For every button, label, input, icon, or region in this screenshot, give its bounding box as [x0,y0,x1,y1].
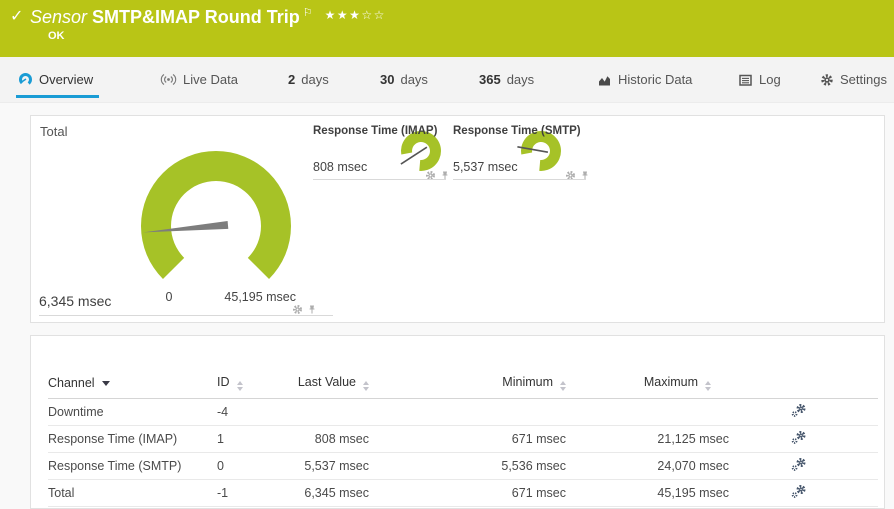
column-header-minimum[interactable]: Minimum [369,369,566,399]
gauge-settings-gear-icon[interactable] [425,168,436,186]
channel-last-value [296,398,369,426]
tab-number: 365 [479,72,501,87]
tab-30-days[interactable]: 30 days [380,57,428,102]
column-header-id[interactable]: ID [217,369,296,399]
column-header-last-value[interactable]: Last Value [296,369,369,399]
gauge-pin-icon[interactable] [307,302,317,320]
channel-minimum: 5,536 msec [369,452,566,480]
total-gauge-arc [141,150,291,280]
total-gauge-min: 0 [165,290,173,304]
gauge-settings-gear-icon[interactable] [292,302,303,320]
log-list-icon [738,73,753,87]
channel-settings-gears-icon[interactable] [791,457,807,475]
ok-check-icon: ✓ [10,8,24,25]
tab-live-data[interactable]: Live Data [160,57,238,102]
table-row: Total -1 6,345 msec 671 msec 45,195 msec [48,479,878,507]
channel-settings-gears-icon[interactable] [791,430,807,448]
channel-last-value: 6,345 msec [296,479,369,507]
tab-365-days[interactable]: 365 days [479,57,534,102]
tab-label: Live Data [183,72,238,87]
total-gauge-max: 45,195 msec [224,290,296,304]
tab-label: days [506,72,535,87]
area-chart-icon [597,73,612,87]
channel-settings-gears-icon[interactable] [791,484,807,502]
tab-log[interactable]: Log [738,57,781,102]
tab-label: days [301,72,329,87]
imap-gauge-value: 808 msec [313,160,368,174]
tab-2-days[interactable]: 2 days [288,57,329,102]
channel-settings-gears-icon[interactable] [791,403,807,421]
gauge-pin-icon[interactable] [440,168,450,186]
channel-maximum: 21,125 msec [566,425,729,453]
gauges-panel: Total 6,345 msec 0 45,195 msec Response … [30,115,885,323]
channel-id: -4 [217,398,296,426]
column-header-channel[interactable]: Channel [48,369,217,399]
total-gauge-title: Total [40,124,68,139]
smtp-gauge-value: 5,537 msec [453,160,518,174]
sort-desc-icon [101,381,110,387]
tab-label: Log [759,72,781,87]
column-label: Maximum [643,375,698,390]
table-row: Downtime -4 [48,398,878,426]
channel-minimum [369,398,566,426]
tab-settings[interactable]: Settings [820,57,887,102]
sort-both-icon [705,381,711,392]
table-row: Response Time (IMAP) 1 808 msec 671 msec… [48,425,878,453]
channel-name: Total [48,479,217,507]
gear-icon [820,73,834,87]
column-label: ID [217,375,230,390]
table-header-row: Channel ID Last Value Minimum Maximum [48,369,878,399]
sort-both-icon [363,381,369,392]
tab-number: 2 [288,72,296,87]
tab-label: Overview [39,72,94,87]
total-gauge-value: 6,345 msec [39,293,112,309]
channels-table: Channel ID Last Value Minimum Maximum Do… [48,369,878,507]
channel-maximum [566,398,729,426]
channel-last-value: 5,537 msec [296,452,369,480]
imap-gauge-title: Response Time (IMAP) [313,125,438,137]
tab-label: Settings [840,72,887,87]
tab-historic-data[interactable]: Historic Data [597,57,692,102]
priority-stars[interactable]: ★★★☆☆ [325,8,386,22]
tab-bar: Overview Live Data 2 days 30 days 365 da… [0,57,894,103]
total-gauge-needle [143,221,229,233]
channel-maximum: 45,195 msec [566,479,729,507]
channel-name: Response Time (SMTP) [48,452,217,480]
gauge-icon [18,72,33,87]
tab-number: 30 [380,72,395,87]
table-row: Response Time (SMTP) 0 5,537 msec 5,536 … [48,452,878,480]
status-badge: OK [48,30,65,42]
channel-minimum: 671 msec [369,479,566,507]
tab-overview[interactable]: Overview [15,57,100,102]
live-data-icon [160,72,177,87]
sensor-status-header: ✓ Sensor SMTP&IMAP Round Trip ⚐ ★★★☆☆ OK [0,0,894,57]
channel-name: Response Time (IMAP) [48,425,217,453]
column-label: Last Value [297,375,356,390]
channel-minimum: 671 msec [369,425,566,453]
channels-panel: Channel ID Last Value Minimum Maximum Do… [30,335,885,509]
tab-label: days [400,72,428,87]
sort-both-icon [236,381,243,392]
sort-both-icon [560,381,566,392]
smtp-gauge-title: Response Time (SMTP) [453,125,581,137]
flag-icon[interactable]: ⚐ [303,7,313,19]
sensor-name: SMTP&IMAP Round Trip [92,7,300,27]
object-kind-label: Sensor [30,7,88,27]
smtp-gauge-needle [517,146,549,153]
channel-last-value: 808 msec [296,425,369,453]
channel-maximum: 24,070 msec [566,452,729,480]
tab-label: Historic Data [618,72,693,87]
channel-id: 1 [217,425,296,453]
channel-id: -1 [217,479,296,507]
gauge-pin-icon[interactable] [580,168,590,186]
page-title: Sensor SMTP&IMAP Round Trip ⚐ ★★★☆☆ [30,6,386,28]
channel-name: Downtime [48,398,217,426]
column-header-maximum[interactable]: Maximum [566,369,729,399]
gauge-settings-gear-icon[interactable] [565,168,576,186]
column-label: Minimum [502,375,553,390]
imap-gauge-needle [400,146,428,165]
channel-id: 0 [217,452,296,480]
column-label: Channel [48,376,95,391]
